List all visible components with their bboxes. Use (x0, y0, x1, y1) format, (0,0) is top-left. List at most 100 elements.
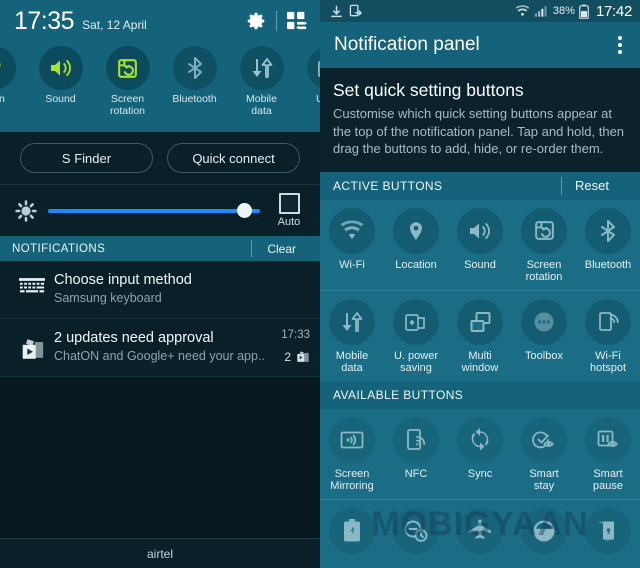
power-saving-icon (329, 507, 375, 554)
quick-toggle-bluetooth[interactable]: Bluetooth (161, 46, 228, 106)
available-buttons-row-2 (320, 498, 640, 565)
active-buttons-row-1: Wi-Fi Location Sound Screen rotation Blu… (320, 200, 640, 290)
status-bar-divider (276, 11, 277, 31)
toggle-ultra-power-saving[interactable]: U. power saving (384, 298, 448, 375)
location-icon (0, 46, 16, 90)
page-title: Notification panel (334, 34, 480, 55)
toggle-wifi-hotspot[interactable]: Wi-Fi hotspot (576, 298, 640, 375)
toggle-driving-mode[interactable] (512, 507, 576, 559)
active-buttons-grid: Wi-Fi Location Sound Screen rotation Blu… (320, 199, 640, 381)
toggle-label: Screen rotation (525, 258, 563, 284)
left-notification-panel: 17:35 Sat, 12 April n Sound Screen rotat… (0, 0, 320, 568)
quick-toggle-sound[interactable]: Sound (27, 46, 94, 106)
notification-item[interactable]: Choose input method Samsung keyboard (0, 261, 320, 319)
notification-time: 17:33 (281, 329, 310, 341)
more-options-icon[interactable] (610, 30, 630, 60)
wifi-icon (515, 4, 530, 18)
toggle-screen-rotation[interactable]: Screen rotation (512, 207, 576, 284)
toggle-wifi[interactable]: Wi-Fi (320, 207, 384, 284)
gear-icon[interactable] (245, 10, 267, 32)
quick-toggle-label: Bluetooth (172, 93, 217, 105)
bluetooth-icon (172, 46, 217, 90)
signal-icon (534, 5, 549, 18)
toggle-smart-pause[interactable]: Smart pause (576, 416, 640, 493)
smart-stay-icon (521, 416, 567, 463)
toggle-label: U. power saving (393, 349, 439, 375)
quick-toggle-screen-rotation[interactable]: Screen rotation (94, 46, 161, 117)
notifications-title: NOTIFICATIONS (12, 242, 106, 255)
toggle-power-saving[interactable] (320, 507, 384, 559)
toggle-smart-stay[interactable]: Smart stay (512, 416, 576, 493)
toggle-toolbox[interactable]: Toolbox (512, 298, 576, 375)
notification-subtitle: ChatON and Google+ need your app.. (54, 349, 265, 363)
toggle-screen-mirroring[interactable]: Screen Mirroring (320, 416, 384, 493)
active-buttons-section-header: ACTIVE BUTTONS Reset (320, 171, 640, 200)
play-store-badge-icon (296, 350, 310, 364)
toggle-nfc[interactable]: NFC (384, 416, 448, 493)
auto-brightness-control[interactable]: Auto (266, 193, 312, 228)
intro-body: Customise which quick setting buttons ap… (333, 106, 625, 156)
left-shortcut-row: S Finder Quick connect (0, 132, 320, 184)
toggle-label: Sound (464, 258, 496, 271)
toggle-location[interactable]: Location (384, 207, 448, 284)
right-status-bar: 38% 17:42 (320, 0, 640, 22)
quick-toggle-label: Mobile data (246, 93, 277, 117)
auto-brightness-checkbox[interactable] (278, 193, 300, 214)
toggle-bluetooth[interactable]: Bluetooth (576, 207, 640, 284)
intro-block: Set quick setting buttons Customise whic… (320, 68, 640, 172)
quick-settings-edit-icon[interactable] (286, 11, 310, 31)
mobile-data-icon (329, 298, 375, 345)
private-mode-icon (585, 507, 631, 554)
available-buttons-grid: Screen Mirroring NFC Sync Smart stay Sma… (320, 408, 640, 565)
reset-button[interactable]: Reset (575, 178, 627, 193)
notification-count: 2 (284, 350, 291, 364)
quick-toggle-location[interactable]: ation (0, 46, 27, 106)
left-quick-settings-strip: ation Sound (0, 42, 320, 132)
blocking-mode-icon (393, 507, 439, 554)
app-bar: Notification panel (320, 22, 640, 68)
notification-item[interactable]: 2 updates need approval ChatON and Googl… (0, 319, 320, 377)
toggle-label: NFC (404, 467, 428, 480)
toggle-label: Smart pause (593, 467, 623, 493)
available-buttons-section-header: AVAILABLE BUTTONS (320, 380, 640, 409)
auto-brightness-label: Auto (277, 216, 301, 228)
toggle-sync[interactable]: Sync (448, 416, 512, 493)
status-date: Sat, 12 April (82, 17, 147, 32)
quick-toggle-mobile-data[interactable]: Mobile data (228, 46, 295, 117)
toolbox-icon (521, 298, 567, 345)
quick-toggle-ultra-power-saving[interactable]: U. posav (295, 46, 320, 117)
notification-title: Choose input method (54, 272, 192, 288)
nfc-icon (393, 416, 439, 463)
notifications-header: NOTIFICATIONS Clear (0, 236, 320, 261)
sound-icon (457, 207, 503, 254)
toggle-multi-window[interactable]: Multi window (448, 298, 512, 375)
intro-heading: Set quick setting buttons (333, 80, 524, 100)
toggle-label: Sync (467, 467, 493, 480)
brightness-row: Auto (0, 184, 320, 236)
notification-subtitle: Samsung keyboard (54, 291, 162, 305)
toggle-label: Multi window (461, 349, 499, 375)
toggle-blocking-mode[interactable] (384, 507, 448, 559)
screen-mirroring-icon (329, 416, 375, 463)
quick-connect-button[interactable]: Quick connect (167, 143, 300, 173)
available-buttons-label: AVAILABLE BUTTONS (333, 387, 464, 402)
notification-title: 2 updates need approval (54, 330, 214, 346)
toggle-flight-mode[interactable] (448, 507, 512, 559)
active-buttons-row-2: Mobile data U. power saving Multi window… (320, 289, 640, 381)
brightness-slider[interactable] (48, 201, 260, 221)
flight-mode-icon (457, 507, 503, 554)
toggle-sound[interactable]: Sound (448, 207, 512, 284)
toggle-label: Smart stay (529, 467, 559, 493)
brightness-knob[interactable] (237, 203, 252, 218)
status-clock: 17:42 (595, 2, 632, 20)
quick-toggle-label: ation (0, 93, 5, 105)
battery-percent: 38% (552, 5, 575, 17)
keyboard-icon (10, 271, 54, 294)
clear-notifications-button[interactable]: Clear (267, 242, 308, 256)
toggle-private-mode[interactable] (576, 507, 640, 559)
wifi-hotspot-icon (585, 298, 631, 345)
toggle-label: Location (395, 258, 437, 271)
s-finder-button[interactable]: S Finder (20, 143, 153, 173)
toggle-mobile-data[interactable]: Mobile data (320, 298, 384, 375)
status-clock: 17:35 (14, 6, 75, 35)
